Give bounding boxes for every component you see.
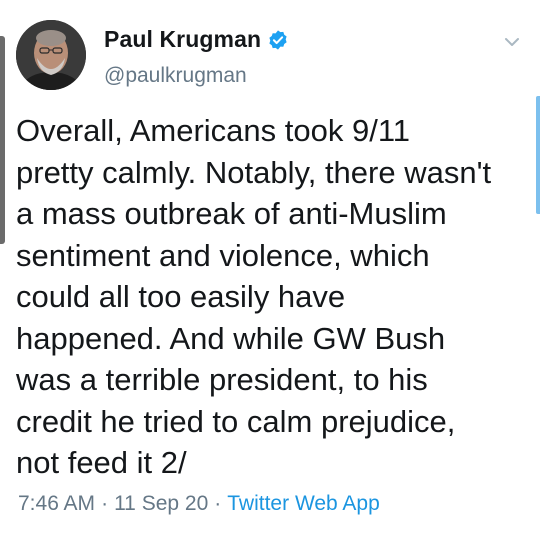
tweet-source-link[interactable]: Twitter Web App xyxy=(227,492,380,516)
tweet-time[interactable]: 7:46 AM xyxy=(18,492,95,516)
author-handle[interactable]: @paulkrugman xyxy=(104,64,247,88)
avatar[interactable] xyxy=(16,20,86,90)
verified-badge-icon xyxy=(267,29,289,51)
tweet-meta: 7:46 AM · 11 Sep 20 · Twitter Web App xyxy=(18,492,380,516)
tweet-text: Overall, Americans took 9/11 pretty calm… xyxy=(16,113,492,480)
chevron-down-icon[interactable] xyxy=(502,32,522,52)
author-name-row[interactable]: Paul Krugman xyxy=(104,26,289,53)
scroll-indicator-left xyxy=(0,36,5,244)
author-display-name[interactable]: Paul Krugman xyxy=(104,26,261,53)
tweet-date[interactable]: 11 Sep 20 xyxy=(114,492,208,516)
scrollbar-right[interactable] xyxy=(536,96,540,214)
tweet-card: Paul Krugman @paulkrugman Overall, Ameri… xyxy=(0,0,540,536)
meta-separator: · xyxy=(101,492,109,515)
meta-separator: · xyxy=(214,492,222,515)
avatar-portrait-image xyxy=(16,20,86,90)
